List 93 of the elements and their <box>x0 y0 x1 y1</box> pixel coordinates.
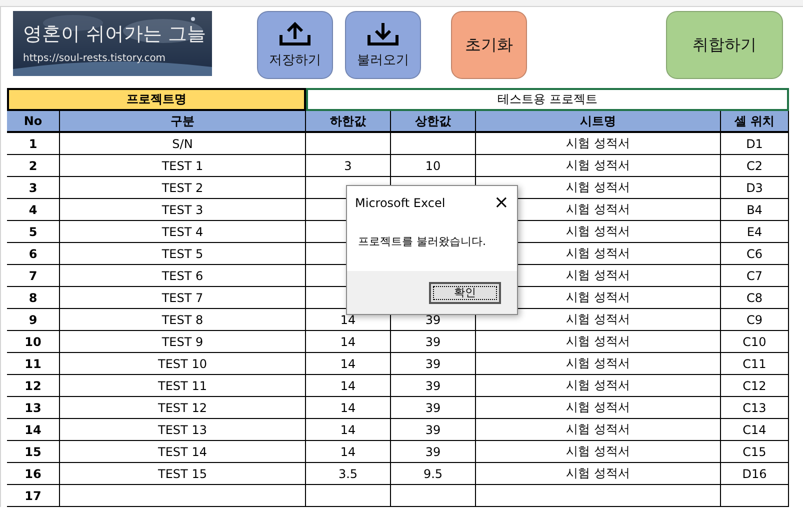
cell-location-cell: C7 <box>721 265 789 287</box>
category-cell: TEST 2 <box>60 177 306 199</box>
category-cell: TEST 9 <box>60 331 306 353</box>
row-number: 15 <box>7 441 60 463</box>
save-button[interactable]: 저장하기 <box>257 11 333 79</box>
cell-location-cell: D1 <box>721 133 789 155</box>
column-header: 셀 위치 <box>721 111 789 133</box>
category-cell: TEST 10 <box>60 353 306 375</box>
category-cell: TEST 7 <box>60 287 306 309</box>
upper-limit-cell: 39 <box>391 397 476 419</box>
ok-button[interactable]: 확인 <box>429 282 501 304</box>
sheet-name-cell: 시험 성적서 <box>476 463 721 485</box>
category-cell: TEST 13 <box>60 419 306 441</box>
sheet-name-cell: 시험 성적서 <box>476 133 721 155</box>
lower-limit-cell: 14 <box>306 397 391 419</box>
upper-limit-cell: 39 <box>391 441 476 463</box>
lower-limit-cell: 14 <box>306 353 391 375</box>
column-header: 상한값 <box>391 111 476 133</box>
project-name-value[interactable]: 테스트용 프로젝트 <box>306 88 789 111</box>
column-header: No <box>7 111 60 133</box>
merge-button[interactable]: 취합하기 <box>666 11 783 79</box>
cell-location-cell: C10 <box>721 331 789 353</box>
sheet-name-cell: 시험 성적서 <box>476 353 721 375</box>
download-icon <box>366 21 400 47</box>
cell-location-cell: C13 <box>721 397 789 419</box>
upload-icon <box>278 21 312 47</box>
category-cell: TEST 8 <box>60 309 306 331</box>
sheet-name-cell: 시험 성적서 <box>476 419 721 441</box>
column-header: 하한값 <box>306 111 391 133</box>
row-number: 6 <box>7 243 60 265</box>
upper-limit-cell: 39 <box>391 353 476 375</box>
cell-location-cell: D3 <box>721 177 789 199</box>
category-cell: TEST 1 <box>60 155 306 177</box>
row-number: 2 <box>7 155 60 177</box>
column-header: 구분 <box>60 111 306 133</box>
empty-cell <box>721 485 789 507</box>
category-cell: TEST 4 <box>60 221 306 243</box>
category-cell: TEST 14 <box>60 441 306 463</box>
category-cell: S/N <box>60 133 306 155</box>
row-number: 1 <box>7 133 60 155</box>
category-cell: TEST 15 <box>60 463 306 485</box>
upper-limit-cell: 39 <box>391 419 476 441</box>
dialog-title: Microsoft Excel <box>355 196 446 210</box>
project-name-label: 프로젝트명 <box>7 88 306 111</box>
category-cell: TEST 6 <box>60 265 306 287</box>
lower-limit-cell: 3.5 <box>306 463 391 485</box>
row-number: 13 <box>7 397 60 419</box>
load-button[interactable]: 불러오기 <box>345 11 421 79</box>
row-number: 3 <box>7 177 60 199</box>
upper-limit-cell: 10 <box>391 155 476 177</box>
sheet-name-cell: 시험 성적서 <box>476 441 721 463</box>
lower-limit-cell: 3 <box>306 155 391 177</box>
cell-location-cell: C11 <box>721 353 789 375</box>
row-number: 4 <box>7 199 60 221</box>
category-cell: TEST 12 <box>60 397 306 419</box>
row-number: 8 <box>7 287 60 309</box>
lower-limit-cell: 14 <box>306 375 391 397</box>
cell-location-cell: C6 <box>721 243 789 265</box>
row-number: 14 <box>7 419 60 441</box>
row-number: 16 <box>7 463 60 485</box>
category-cell: TEST 3 <box>60 199 306 221</box>
cell-location-cell: C12 <box>721 375 789 397</box>
sheet-name-cell: 시험 성적서 <box>476 331 721 353</box>
cell-location-cell: C8 <box>721 287 789 309</box>
row-number: 12 <box>7 375 60 397</box>
lower-limit-cell: 14 <box>306 331 391 353</box>
cell-location-cell: E4 <box>721 221 789 243</box>
sheet-name-cell: 시험 성적서 <box>476 155 721 177</box>
reset-button[interactable]: 초기화 <box>451 11 527 79</box>
logo-title: 영혼이 쉬어가는 그늘 <box>23 22 206 47</box>
row-number: 10 <box>7 331 60 353</box>
cell-location-cell: C9 <box>721 309 789 331</box>
category-cell: TEST 11 <box>60 375 306 397</box>
row-number: 9 <box>7 309 60 331</box>
cell-location-cell: C2 <box>721 155 789 177</box>
row-number: 17 <box>7 485 60 507</box>
upper-limit-cell: 39 <box>391 375 476 397</box>
lower-limit-cell: 14 <box>306 419 391 441</box>
column-header: 시트명 <box>476 111 721 133</box>
row-number: 5 <box>7 221 60 243</box>
upper-limit-cell: 39 <box>391 331 476 353</box>
sheet-name-cell: 시험 성적서 <box>476 397 721 419</box>
cell-location-cell: D16 <box>721 463 789 485</box>
row-number: 7 <box>7 265 60 287</box>
upper-limit-cell: 9.5 <box>391 463 476 485</box>
cell-location-cell: C15 <box>721 441 789 463</box>
cell-location-cell: B4 <box>721 199 789 221</box>
category-cell: TEST 5 <box>60 243 306 265</box>
sheet-name-cell: 시험 성적서 <box>476 375 721 397</box>
logo-url: https://soul-rests.tistory.com <box>23 53 167 64</box>
cell-location-cell: C14 <box>721 419 789 441</box>
row-number: 11 <box>7 353 60 375</box>
lower-limit-cell: 14 <box>306 441 391 463</box>
